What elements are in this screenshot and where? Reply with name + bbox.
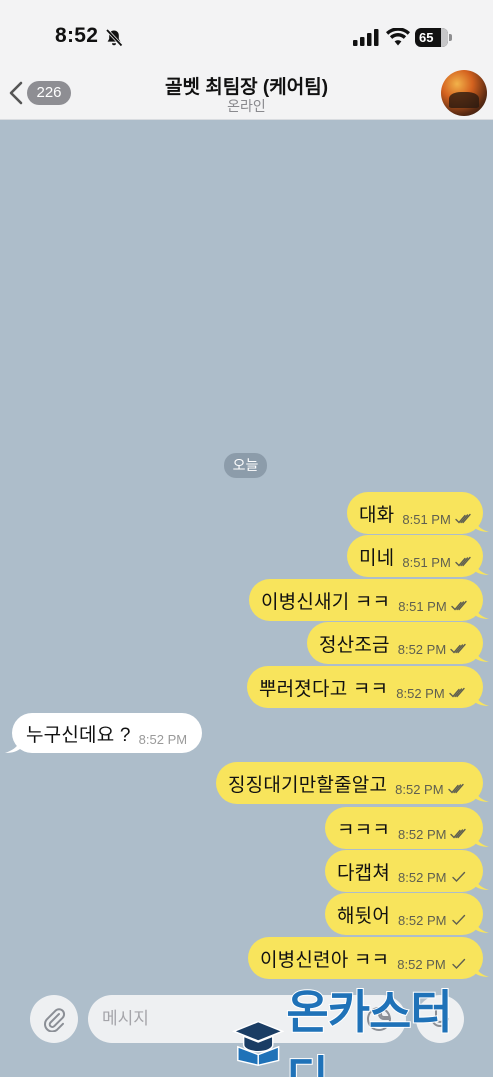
double-check-icon [448,687,465,698]
double-check-icon [455,556,471,567]
bubble-tail [475,876,489,890]
check-icon [452,914,466,926]
message-text: 미네 [359,547,395,569]
avatar[interactable] [441,70,487,116]
watermark-text: 온카스터디 [285,984,453,1077]
message-meta: 8:52 PM [139,732,187,747]
message-text: 이병신련아 ㅋㅋ [260,949,390,971]
battery-level: 65 [419,30,434,45]
check-icon [452,871,466,883]
paperclip-icon [44,1008,66,1032]
message-time: 8:52 PM [397,641,447,657]
signal-icon [353,29,379,46]
message-text: 징징대기만할줄알고 [228,774,388,796]
wifi-icon [386,28,410,46]
message-meta: 8:51 PM [402,555,471,570]
bell-slash-icon [105,28,123,47]
message-meta: 8:52 PM [395,782,464,797]
watermark: 온카스터디 [232,984,487,1077]
message-meta: 8:52 PM [398,642,467,657]
date-chip: 오늘 [224,453,267,478]
outgoing-message-bubble[interactable]: 이병신련아 ㅋㅋ 8:52 PM [248,937,489,979]
outgoing-message-bubble[interactable]: 정산조금 8:52 PM [307,622,489,664]
message-time: 8:52 PM [138,731,188,747]
battery-indicator: 65 [415,28,448,47]
message-meta: 8:52 PM [396,686,465,701]
message-time: 8:52 PM [397,956,446,972]
bubble-tail [475,919,489,933]
outgoing-message-bubble[interactable]: 다캡쳐 8:52 PM [325,850,489,892]
bubble-tail [475,692,489,706]
message-time: 8:52 PM [398,826,447,842]
chat-status: 온라인 [227,98,266,114]
bubble-tail [475,518,489,532]
double-check-icon [450,828,467,839]
battery-tip [449,34,452,41]
bubble-tail [475,561,489,575]
message-text: 해뒷어 [337,905,391,927]
outgoing-message-bubble[interactable]: ㅋㅋㅋ 8:52 PM [325,807,489,849]
status-bar: 8:52 65 [0,0,493,70]
message-meta: 8:52 PM [398,827,467,842]
check-icon [451,958,465,970]
outgoing-message-bubble[interactable]: 징징대기만할줄알고 8:52 PM [216,762,489,804]
message-time: 8:52 PM [395,781,444,797]
bubble-tail [475,963,489,977]
bubble-tail [475,833,489,847]
chat-header: 226 골벳 최팀장 (케어팀) 온라인 [0,70,493,120]
message-meta: 8:51 PM [402,512,471,527]
message-text: 뿌러졋다고 ㅋㅋ [259,678,389,700]
attach-button[interactable] [30,995,78,1043]
double-check-icon [447,783,464,794]
outgoing-message-bubble[interactable]: 해뒷어 8:52 PM [325,893,489,935]
outgoing-message-bubble[interactable]: 뿌러졋다고 ㅋㅋ 8:52 PM [247,666,489,708]
message-time: 8:51 PM [402,554,451,570]
graduation-cap-icon [232,1020,285,1067]
bubble-tail [5,737,21,753]
status-time: 8:52 [55,24,99,47]
bubble-tail [475,648,489,662]
message-meta: 8:52 PM [397,957,466,972]
message-text: 누구신데요 ? [26,724,131,746]
chat-title[interactable]: 골벳 최팀장 (케어팀) [0,72,493,99]
bubble-tail [475,788,489,802]
double-check-icon [455,513,471,524]
message-text: 대화 [359,504,395,526]
message-meta: 8:52 PM [398,870,467,885]
double-check-icon [450,600,467,611]
message-text: ㅋㅋㅋ [337,819,391,841]
message-time: 8:52 PM [398,912,447,928]
message-time: 8:52 PM [396,685,445,701]
message-text: 다캡쳐 [337,862,391,884]
message-time: 8:51 PM [402,511,451,527]
message-time: 8:51 PM [398,598,447,614]
message-meta: 8:52 PM [398,913,467,928]
outgoing-message-bubble[interactable]: 대화 8:51 PM [347,492,489,534]
message-text: 이병신새기 ㅋㅋ [261,591,391,613]
outgoing-message-bubble[interactable]: 이병신새기 ㅋㅋ 8:51 PM [249,579,489,621]
message-meta: 8:51 PM [398,599,467,614]
double-check-icon [450,643,466,654]
incoming-message-bubble[interactable]: 누구신데요 ? 8:52 PM [5,713,202,753]
outgoing-message-bubble[interactable]: 미네 8:51 PM [347,535,489,577]
bubble-tail [475,605,489,619]
message-time: 8:52 PM [398,869,447,885]
message-text: 정산조금 [319,634,390,656]
